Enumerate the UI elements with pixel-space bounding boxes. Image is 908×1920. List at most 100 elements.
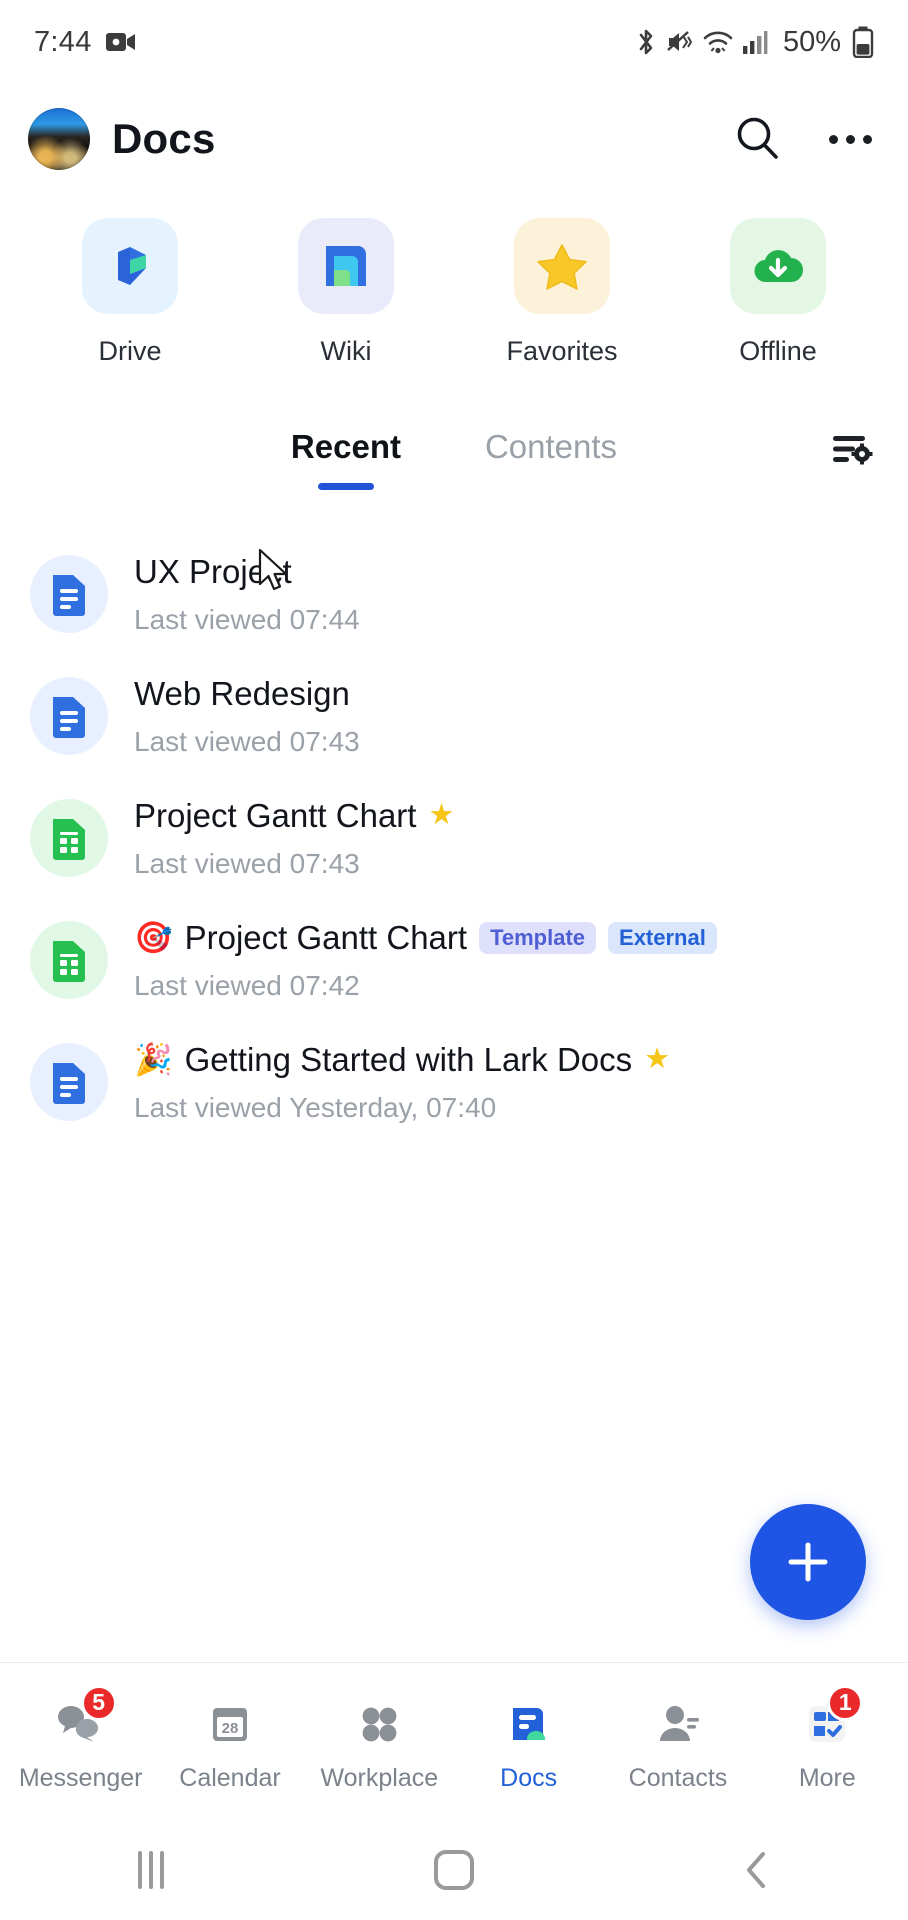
badge-count: 5 — [80, 1684, 117, 1721]
more-apps-icon: 1 — [797, 1684, 864, 1751]
status-bar-right: 50% — [635, 26, 874, 59]
calendar-icon: 28 — [200, 1697, 260, 1751]
tab-bar: Recent Contents — [0, 401, 908, 497]
recents-icon[interactable] — [0, 1851, 303, 1889]
docs-icon — [499, 1697, 559, 1751]
mute-vibrate-icon — [666, 28, 694, 56]
nav-item-messenger[interactable]: 5 Messenger — [6, 1684, 155, 1793]
more-options-icon[interactable] — [822, 111, 878, 167]
nav-label: Messenger — [18, 1763, 143, 1792]
doc-icon — [30, 1043, 108, 1121]
list-item-title: Getting Started with Lark Docs — [184, 1041, 633, 1078]
workplace-grid-icon — [349, 1697, 409, 1751]
list-item-title: Project Gantt Chart — [134, 797, 417, 834]
favorite-star-icon: ★ — [644, 1043, 671, 1076]
list-item-subtitle: Last viewed 07:44 — [134, 603, 360, 635]
screen-record-icon — [105, 31, 136, 53]
shortcut-label: Wiki — [320, 336, 372, 366]
nav-item-contacts[interactable]: Contacts — [603, 1697, 752, 1793]
nav-label: Docs — [500, 1763, 558, 1792]
nav-label: Workplace — [320, 1763, 439, 1792]
list-item-title-line: Web Redesign — [134, 675, 360, 713]
list-item-subtitle: Last viewed 07:43 — [134, 847, 360, 879]
list-item-body: Web Redesign Last viewed 07:43 — [134, 673, 360, 758]
wiki-icon — [298, 218, 394, 314]
list-item-subtitle: Last viewed 07:42 — [134, 969, 360, 1001]
list-item[interactable]: Project Gantt Chart ★ Last viewed 07:43 — [0, 781, 908, 903]
nav-item-workplace[interactable]: Workplace — [305, 1697, 454, 1793]
shortcut-label: Favorites — [506, 336, 618, 366]
status-bar: 7:44 50% — [0, 0, 908, 84]
shortcut-row: Drive Wiki Favorites Offline — [0, 194, 908, 367]
shortcut-favorites[interactable]: Favorites — [454, 218, 670, 367]
list-item-title-line: 🎯 Project Gantt Chart Template External — [134, 919, 717, 957]
list-item[interactable]: Web Redesign Last viewed 07:43 — [0, 659, 908, 781]
offline-cloud-icon — [730, 218, 826, 314]
nav-item-docs[interactable]: Docs — [454, 1697, 603, 1793]
tag-template: Template — [479, 921, 597, 954]
list-item-title: Web Redesign — [134, 675, 350, 712]
bluetooth-icon — [635, 27, 657, 57]
document-list: UX Project Last viewed 07:44 Web Redesig… — [0, 537, 908, 1147]
list-item-title-line: Project Gantt Chart ★ — [134, 797, 454, 835]
doc-icon — [30, 677, 108, 755]
list-item-subtitle: Last viewed 07:43 — [134, 725, 360, 757]
shortcut-drive[interactable]: Drive — [22, 218, 238, 367]
cellular-signal-icon — [742, 29, 768, 55]
list-item-subtitle: Last viewed Yesterday, 07:40 — [134, 1091, 497, 1123]
nav-item-calendar[interactable]: 28 Calendar — [155, 1697, 304, 1793]
wifi-icon — [703, 28, 733, 56]
battery-icon — [852, 26, 874, 59]
search-icon[interactable] — [730, 111, 786, 167]
tab-recent[interactable]: Recent — [291, 428, 401, 470]
app-bar-actions — [730, 111, 878, 167]
tag-external: External — [608, 921, 717, 954]
messenger-icon: 5 — [51, 1684, 117, 1751]
party-popper-emoji-icon: 🎉 — [134, 1042, 173, 1078]
sheet-icon — [30, 921, 108, 999]
tab-contents[interactable]: Contents — [485, 428, 617, 470]
list-item-body: 🎉 Getting Started with Lark Docs ★ Last … — [134, 1039, 670, 1124]
list-item-body: Project Gantt Chart ★ Last viewed 07:43 — [134, 795, 454, 880]
mouse-cursor — [258, 548, 292, 594]
target-emoji-icon: 🎯 — [134, 920, 173, 956]
list-item[interactable]: 🎯 Project Gantt Chart Template External … — [0, 903, 908, 1025]
create-document-fab[interactable] — [750, 1504, 866, 1620]
list-item-body: 🎯 Project Gantt Chart Template External … — [134, 917, 717, 1002]
filter-settings-icon[interactable] — [822, 419, 882, 479]
battery-percent: 50% — [782, 25, 841, 58]
contacts-icon — [648, 1697, 708, 1751]
bottom-navigation: 5 Messenger 28 Calendar Workplace Docs C… — [0, 1662, 908, 1820]
shortcut-wiki[interactable]: Wiki — [238, 218, 454, 367]
star-icon — [514, 218, 610, 314]
drive-icon — [82, 218, 178, 314]
list-item[interactable]: 🎉 Getting Started with Lark Docs ★ Last … — [0, 1025, 908, 1147]
system-navigation-bar — [0, 1820, 908, 1920]
list-item-title-line: UX Project — [134, 553, 360, 591]
sheet-icon — [30, 799, 108, 877]
back-icon[interactable] — [605, 1848, 908, 1892]
list-item[interactable]: UX Project Last viewed 07:44 — [0, 537, 908, 659]
home-icon[interactable] — [303, 1850, 606, 1890]
page-title: Docs — [112, 115, 216, 162]
nav-label: More — [798, 1763, 856, 1792]
nav-label: Contacts — [628, 1763, 728, 1792]
shortcut-label: Offline — [739, 336, 817, 366]
list-item-title-line: 🎉 Getting Started with Lark Docs ★ — [134, 1041, 670, 1079]
svg-text:28: 28 — [222, 1720, 239, 1737]
badge-count: 1 — [827, 1684, 864, 1721]
favorite-star-icon: ★ — [428, 799, 455, 832]
status-time: 7:44 — [34, 25, 92, 58]
nav-label: Calendar — [179, 1763, 281, 1792]
phone-screen: 7:44 50% Docs Drive Wiki Favorites Offli… — [0, 0, 908, 1920]
app-bar: Docs — [0, 84, 908, 194]
shortcut-label: Drive — [98, 336, 162, 366]
list-item-body: UX Project Last viewed 07:44 — [134, 551, 360, 636]
nav-item-more[interactable]: 1 More — [753, 1684, 902, 1793]
list-item-title: Project Gantt Chart — [184, 919, 468, 956]
avatar[interactable] — [28, 108, 90, 170]
shortcut-offline[interactable]: Offline — [670, 218, 886, 367]
doc-icon — [30, 555, 108, 633]
status-bar-left: 7:44 — [34, 26, 136, 59]
plus-icon — [788, 1542, 828, 1582]
